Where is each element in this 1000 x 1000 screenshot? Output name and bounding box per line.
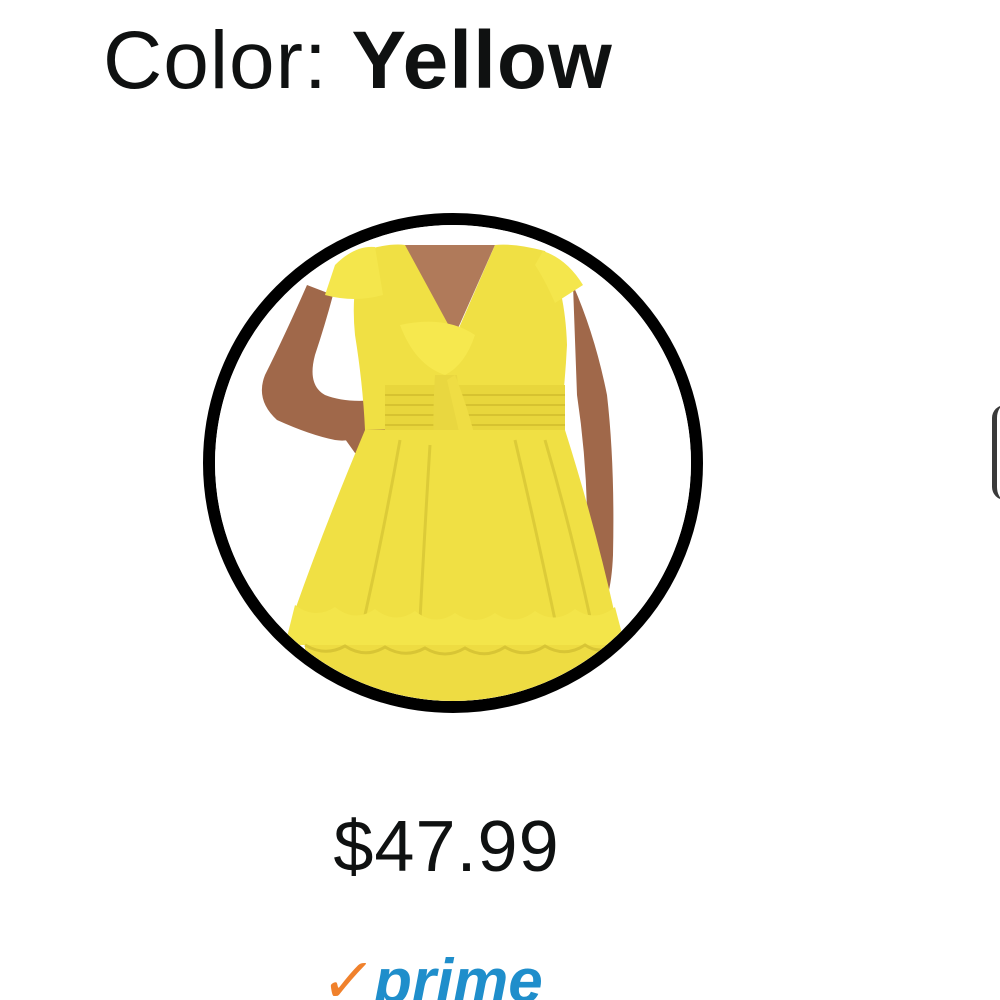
variation-label: Color: xyxy=(103,15,352,106)
color-swatch-yellow[interactable] xyxy=(203,213,703,713)
prime-label: prime xyxy=(373,947,543,1000)
prime-check-icon: ✓ xyxy=(317,947,379,1000)
prime-badge: ✓prime xyxy=(317,947,543,1000)
swatch-price: $47.99 xyxy=(333,807,560,887)
next-swatch-edge[interactable] xyxy=(992,405,1000,500)
variation-heading: Color: Yellow xyxy=(103,6,613,116)
selected-color-value: Yellow xyxy=(351,15,613,106)
swatch-dress-image xyxy=(215,225,691,701)
color-variation-panel: Color: Yellow $47.99 ✓prime xyxy=(0,0,1000,1000)
